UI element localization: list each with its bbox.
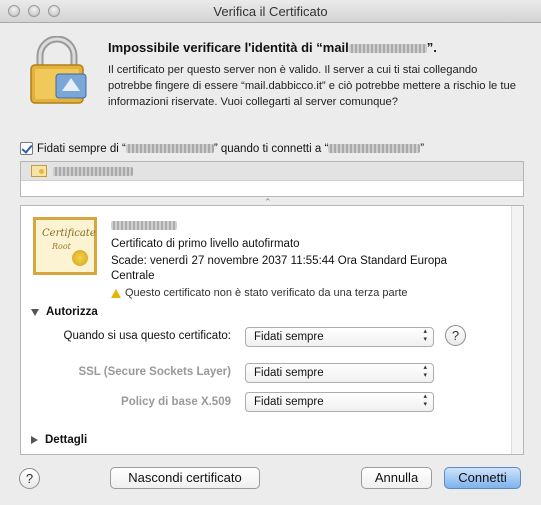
root-certificate-icon: Certificate Root <box>33 217 97 275</box>
certificate-name <box>111 218 177 232</box>
certificate-chain-item[interactable] <box>21 162 523 181</box>
warning-row: Questo certificato non è stato verificat… <box>111 287 408 299</box>
help-button[interactable]: ? <box>19 468 40 489</box>
connect-button[interactable]: Connetti <box>444 467 521 489</box>
always-trust-row: Fidati sempre di “ ” quando ti connetti … <box>20 142 424 155</box>
certificate-detail-panel: Certificate Root Certificato di primo li… <box>20 205 524 455</box>
redacted-server-name <box>328 144 421 153</box>
redacted-cert-name <box>125 144 214 153</box>
certificate-expiry: Scade: venerdì 27 novembre 2037 11:55:44… <box>111 255 448 282</box>
headline: Impossibile verificare l'identità di “ma… <box>108 40 437 55</box>
lock-icon <box>30 36 87 104</box>
warning-text: Questo certificato non è stato verificat… <box>125 287 408 299</box>
window-title: Verifica il Certificato <box>213 4 328 19</box>
detail-scrollbar[interactable] <box>511 206 523 454</box>
redacted-chain-name <box>53 166 133 176</box>
certificate-chain-list <box>20 161 524 197</box>
trust-section-toggle[interactable]: Autorizza <box>31 306 98 318</box>
title-bar: Verifica il Certificato <box>0 0 541 23</box>
x509-label: Policy di base X.509 <box>121 396 231 408</box>
hide-certificate-button[interactable]: Nascondi certificato <box>110 467 260 489</box>
trust-help-icon[interactable]: ? <box>445 325 466 346</box>
ssl-select[interactable]: Fidati sempre <box>245 363 434 383</box>
x509-select[interactable]: Fidati sempre <box>245 392 434 412</box>
trust-label-3: ” <box>420 142 425 155</box>
ssl-label: SSL (Secure Sockets Layer) <box>78 366 231 378</box>
warning-icon <box>111 288 121 298</box>
when-using-select[interactable]: Fidati sempre <box>245 327 434 347</box>
certificate-icon <box>31 165 47 177</box>
redacted-host <box>348 44 427 54</box>
certificate-type: Certificato di primo livello autofirmato <box>111 238 300 250</box>
trust-label-2: ” quando ti connetti a “ <box>213 142 329 155</box>
headline-suffix: ”. <box>426 40 437 55</box>
disclosure-right-icon <box>31 436 38 444</box>
disclosure-down-icon <box>31 308 39 316</box>
trust-label-1: Fidati sempre di “ <box>37 142 126 155</box>
when-using-label: Quando si usa questo certificato: <box>63 330 232 342</box>
headline-prefix: Impossibile verificare l'identità di “ma… <box>108 40 349 55</box>
always-trust-checkbox[interactable] <box>20 142 33 155</box>
description: Il certificato per questo server non è v… <box>108 64 516 108</box>
details-section-toggle[interactable]: Dettagli <box>31 434 87 446</box>
cancel-button[interactable]: Annulla <box>361 467 432 489</box>
